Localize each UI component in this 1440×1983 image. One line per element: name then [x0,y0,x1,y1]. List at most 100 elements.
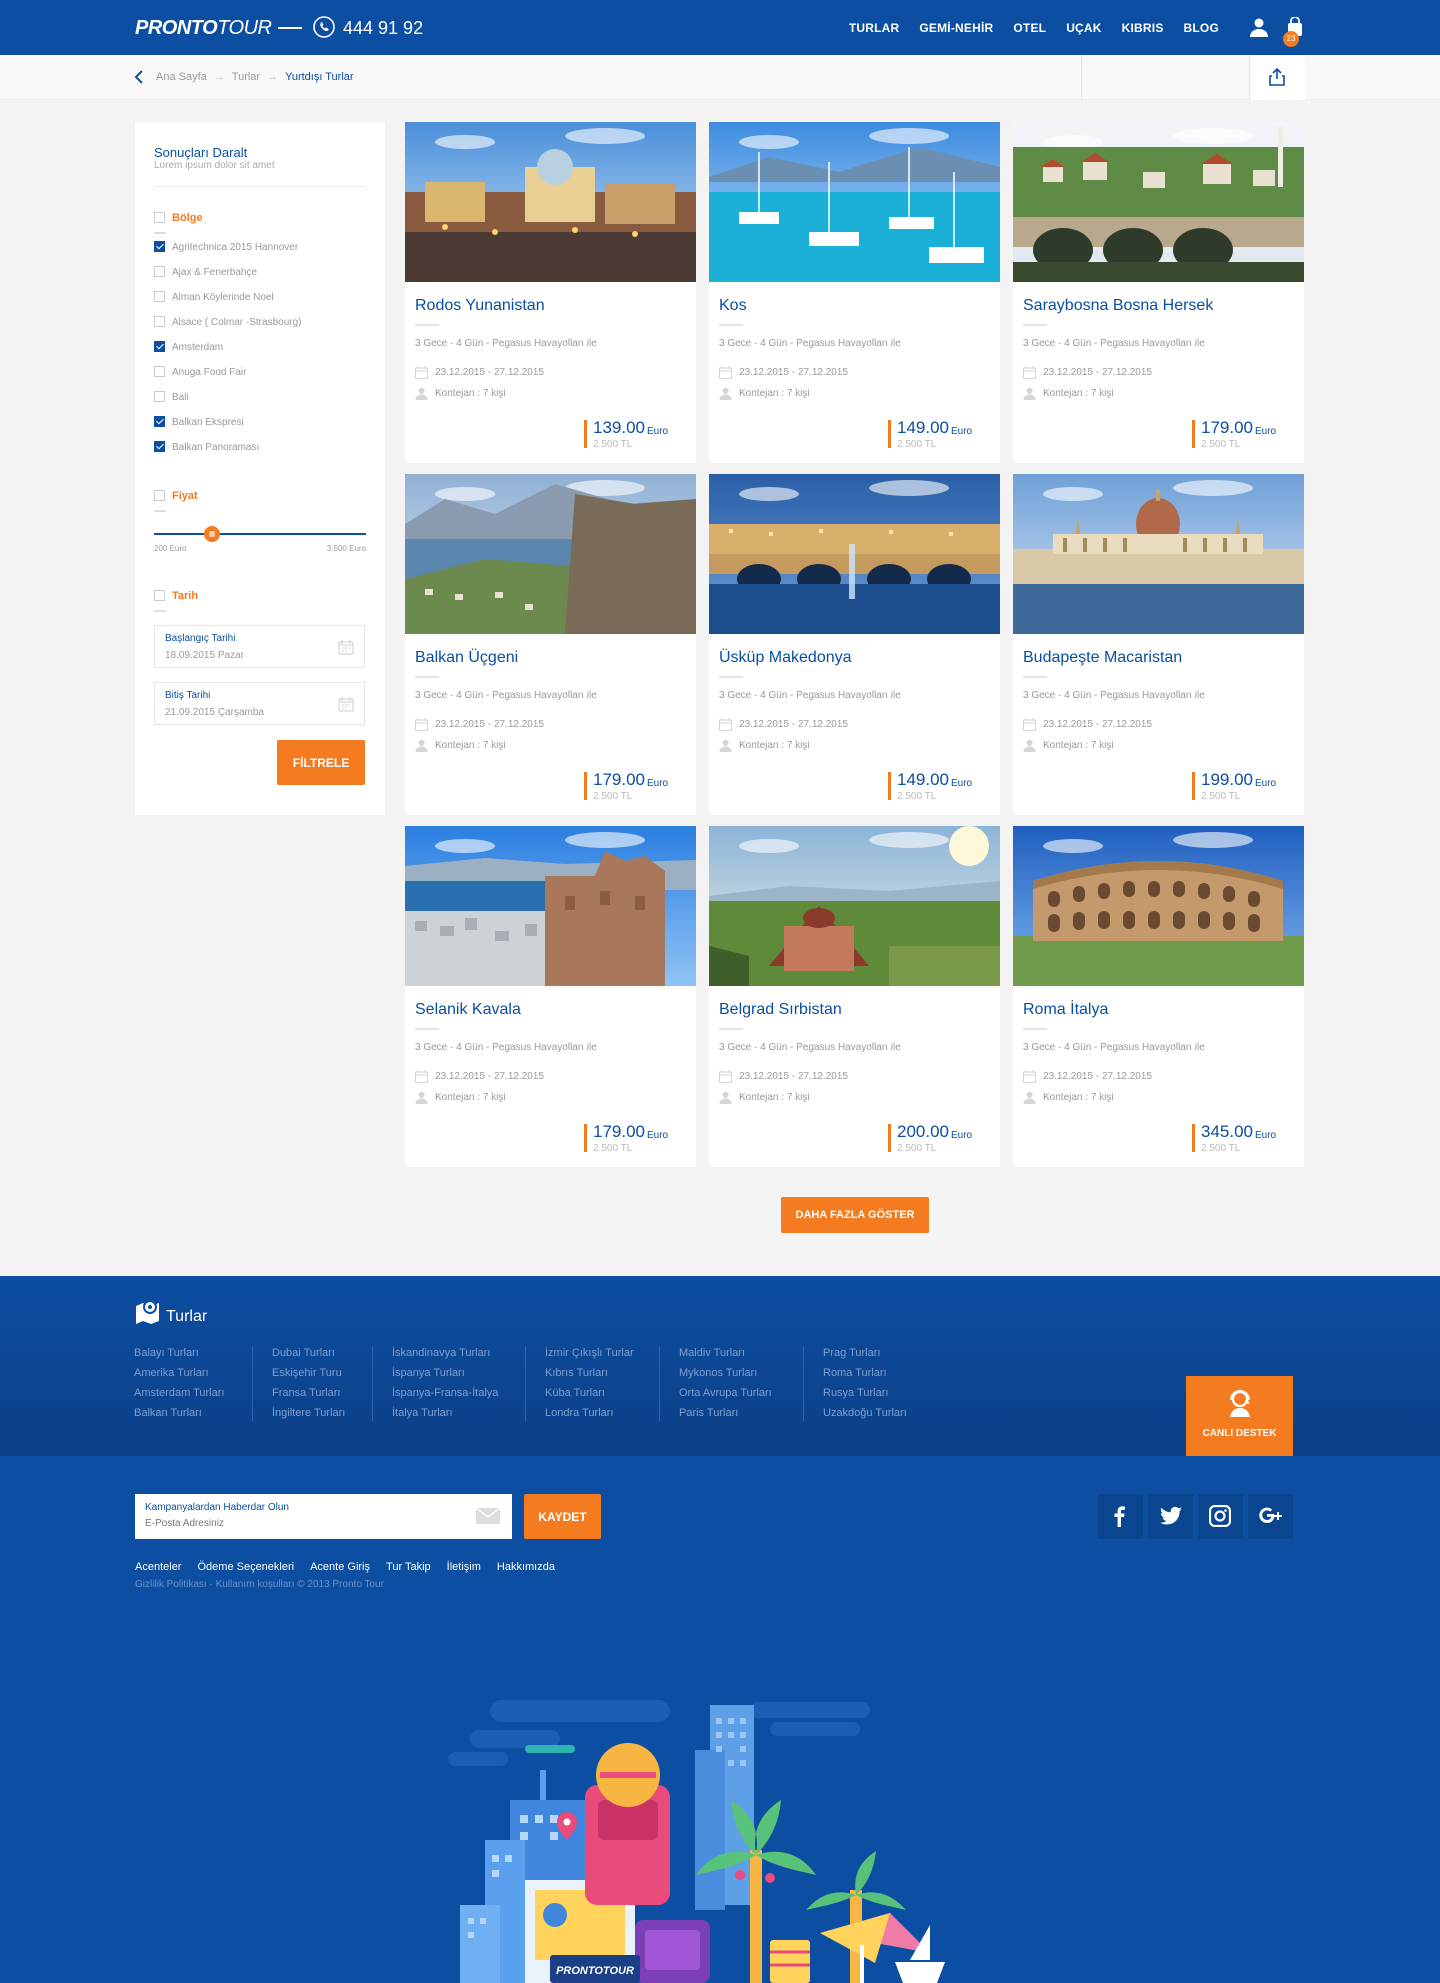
filter-button[interactable]: FİLTRELE [277,740,365,785]
region-option-label[interactable]: Agritechnica 2015 Hannover [172,242,298,253]
footer-tour-link[interactable]: İtalya Turları [392,1403,498,1423]
tour-image[interactable] [1013,826,1304,986]
newsletter-save-button[interactable]: KAYDET [524,1494,601,1539]
tour-image[interactable] [405,826,696,986]
share-button[interactable] [1249,55,1305,100]
live-support-button[interactable]: CANLI DESTEK [1186,1376,1293,1456]
nav-item-gemi-nehir[interactable]: GEMİ-NEHİR [919,21,993,35]
region-option-label[interactable]: Ajax & Fenerbahçe [172,267,257,278]
region-option-checkbox[interactable] [154,316,165,327]
tour-image[interactable] [709,826,1000,986]
footer-link-acente-giris[interactable]: Acente Giriş [310,1561,370,1573]
nav-item-turlar[interactable]: TURLAR [849,21,900,35]
tour-image[interactable] [405,474,696,634]
footer-tour-link[interactable]: İspanya Turları [392,1363,498,1383]
price-checkbox[interactable] [154,490,165,501]
tour-card[interactable]: Rodos Yunanistan 3 Gece - 4 Gün - Pegasus… [405,122,696,463]
price-slider-handle[interactable] [204,526,220,542]
tour-card[interactable]: Kos 3 Gece - 4 Gün - Pegasus Havayolları … [709,122,1000,463]
region-option-checkbox[interactable] [154,291,165,302]
footer-tour-link[interactable]: Rusya Turları [823,1383,907,1403]
region-option-checkbox[interactable] [154,416,165,427]
tour-image[interactable] [405,122,696,282]
footer-tour-link[interactable]: Fransa Turları [272,1383,345,1403]
footer-tour-link[interactable]: Prag Turları [823,1343,907,1363]
tour-card[interactable]: Balkan Üçgeni 3 Gece - 4 Gün - Pegasus Ha… [405,474,696,815]
tour-card[interactable]: Budapeşte Macaristan 3 Gece - 4 Gün - Peg… [1013,474,1304,815]
region-option-checkbox[interactable] [154,266,165,277]
footer-link-hakkimizda[interactable]: Hakkımızda [497,1561,555,1573]
breadcrumb-home[interactable]: Ana Sayfa [156,71,207,83]
region-option-label[interactable]: Balkan Ekspresi [172,417,244,428]
region-option-label[interactable]: Alsace ( Colmar -Strasbourg) [172,317,301,328]
footer-tour-link[interactable]: Paris Turları [679,1403,772,1423]
tour-title[interactable]: Rodos Yunanistan [415,297,545,315]
footer-tour-link[interactable]: Küba Turları [545,1383,634,1403]
instagram-button[interactable] [1198,1494,1243,1539]
tour-card[interactable]: Saraybosna Bosna Hersek 3 Gece - 4 Gün - … [1013,122,1304,463]
breadcrumb-tours[interactable]: Turlar [232,71,260,83]
footer-tour-link[interactable]: Balkan Turları [134,1403,224,1423]
tour-card[interactable]: Roma İtalya 3 Gece - 4 Gün - Pegasus Hava… [1013,826,1304,1167]
tour-title[interactable]: Balkan Üçgeni [415,649,518,667]
footer-tour-link[interactable]: İskandinavya Turları [392,1343,498,1363]
tour-title[interactable]: Üsküp Makedonya [719,649,852,667]
footer-link-iletisim[interactable]: İletişim [447,1561,481,1573]
tour-card[interactable]: Üsküp Makedonya 3 Gece - 4 Gün - Pegasus … [709,474,1000,815]
phone-number[interactable]: 444 91 92 [343,18,423,39]
region-option-label[interactable]: Anuga Food Fair [172,367,247,378]
footer-tour-link[interactable]: Amsterdam Turları [134,1383,224,1403]
region-option-checkbox[interactable] [154,391,165,402]
newsletter-email-input[interactable] [145,1518,445,1529]
date-checkbox[interactable] [154,590,165,601]
end-date-field[interactable]: Bitiş Tarihi 21.09.2015 Çarşamba [154,682,365,725]
tour-image[interactable] [1013,122,1304,282]
nav-item-kibris[interactable]: KIBRIS [1122,21,1164,35]
footer-tour-link[interactable]: İzmir Çıkışlı Turlar [545,1343,634,1363]
tour-title[interactable]: Belgrad Sırbistan [719,1001,842,1019]
footer-tour-link[interactable]: Kıbrıs Turları [545,1363,634,1383]
region-checkbox[interactable] [154,212,165,223]
show-more-button[interactable]: DAHA FAZLA GÖSTER [781,1197,929,1233]
tour-title[interactable]: Budapeşte Macaristan [1023,649,1182,667]
start-date-field[interactable]: Başlangıç Tarihi 18.09.2015 Pazar [154,625,365,668]
tour-card[interactable]: Selanik Kavala 3 Gece - 4 Gün - Pegasus H… [405,826,696,1167]
region-option-checkbox[interactable] [154,441,165,452]
footer-tour-link[interactable]: İspanya-Fransa-İtalya [392,1383,498,1403]
region-option-label[interactable]: Amsterdam [172,342,223,353]
region-option-label[interactable]: Bali [172,392,189,403]
nav-item-ucak[interactable]: UÇAK [1066,21,1101,35]
twitter-button[interactable] [1148,1494,1193,1539]
logo[interactable]: PRONTOTOUR [135,17,272,40]
footer-tour-link[interactable]: Mykonos Turları [679,1363,772,1383]
region-option-checkbox[interactable] [154,366,165,377]
tour-title[interactable]: Saraybosna Bosna Hersek [1023,297,1213,315]
footer-tour-link[interactable]: Uzakdoğu Turları [823,1403,907,1423]
nav-item-otel[interactable]: OTEL [1013,21,1046,35]
footer-tour-link[interactable]: Balayı Turları [134,1343,224,1363]
region-option-checkbox[interactable] [154,241,165,252]
footer-tour-link[interactable]: Dubai Turları [272,1343,345,1363]
footer-tour-link[interactable]: Maldiv Turları [679,1343,772,1363]
footer-tour-link[interactable]: İngiltere Turları [272,1403,345,1423]
back-arrow-icon[interactable] [134,69,144,85]
tour-title[interactable]: Kos [719,297,747,315]
footer-tour-link[interactable]: Eskişehir Turu [272,1363,345,1383]
tour-title[interactable]: Roma İtalya [1023,1001,1108,1019]
tour-title[interactable]: Selanik Kavala [415,1001,521,1019]
region-option-label[interactable]: Alman Köylerinde Noel [172,292,274,303]
google-plus-button[interactable] [1248,1494,1293,1539]
tour-image[interactable] [709,474,1000,634]
footer-link-acenteler[interactable]: Acenteler [135,1561,181,1573]
price-slider-track[interactable] [154,533,366,535]
footer-tour-link[interactable]: Roma Turları [823,1363,907,1383]
footer-link-tur-takip[interactable]: Tur Takip [386,1561,431,1573]
footer-tour-link[interactable]: Londra Turları [545,1403,634,1423]
region-option-checkbox[interactable] [154,341,165,352]
tour-image[interactable] [709,122,1000,282]
tour-card[interactable]: Belgrad Sırbistan 3 Gece - 4 Gün - Pegasu… [709,826,1000,1167]
footer-link-odeme[interactable]: Ödeme Seçenekleri [197,1561,294,1573]
footer-tour-link[interactable]: Amerika Turları [134,1363,224,1383]
user-icon[interactable] [1249,17,1269,37]
nav-item-blog[interactable]: BLOG [1184,21,1219,35]
